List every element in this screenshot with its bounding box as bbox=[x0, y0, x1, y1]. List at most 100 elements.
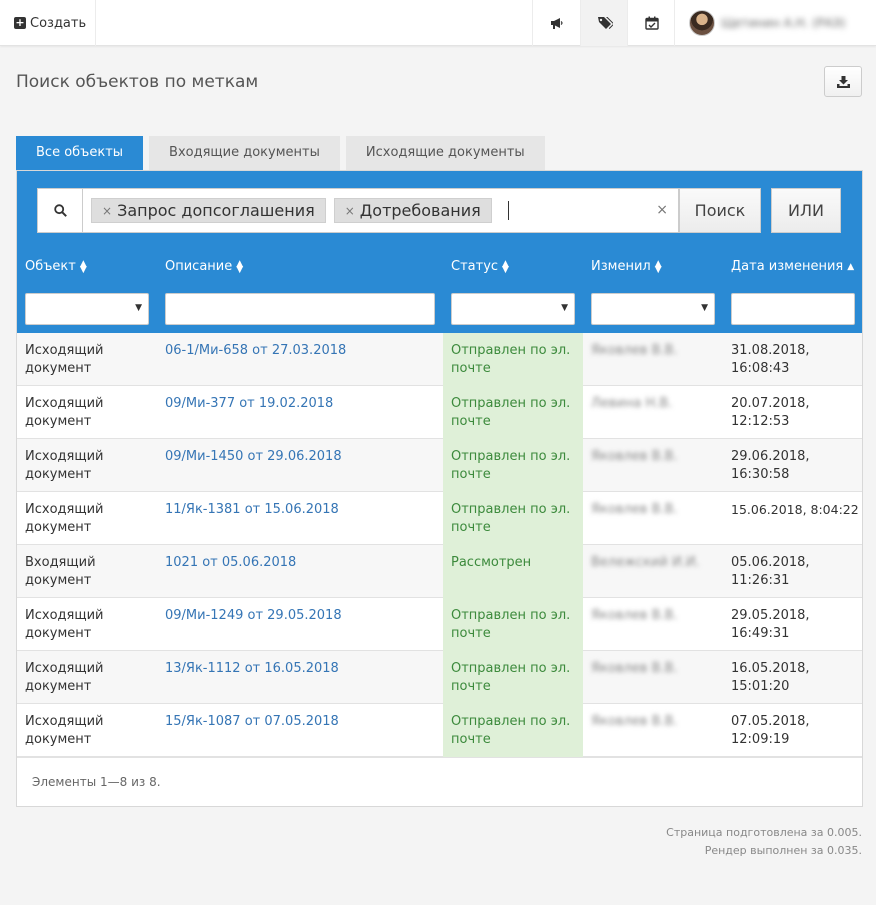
cell-description-link[interactable]: 09/Ми-1249 от 29.05.2018 bbox=[165, 607, 342, 625]
tab-all-objects[interactable]: Все объекты bbox=[16, 136, 144, 170]
table-row: Исходящий документ 09/Ми-377 от 19.02.20… bbox=[17, 386, 862, 439]
cell-changed-by: Яковлев В.В. bbox=[591, 343, 678, 358]
table-row: Входящий документ 1021 от 05.06.2018 Рас… bbox=[17, 545, 862, 598]
remove-tag-icon[interactable]: × bbox=[102, 204, 112, 218]
tab-incoming-documents[interactable]: Входящие документы bbox=[149, 136, 340, 170]
tags-button[interactable] bbox=[580, 0, 628, 46]
cell-changed-by: Яковлев В.В. bbox=[591, 502, 678, 517]
cell-date: 31.08.2018, 16:08:43 bbox=[731, 343, 810, 376]
download-button[interactable] bbox=[824, 66, 862, 97]
cell-changed-by: Яковлев В.В. bbox=[591, 714, 678, 729]
column-header-changed-by[interactable]: Изменил ▲ ▼ bbox=[591, 259, 662, 274]
calendar-check-icon bbox=[644, 16, 659, 30]
calendar-button[interactable] bbox=[627, 0, 675, 46]
filter-changed-by-select[interactable] bbox=[591, 293, 715, 325]
filter-object-select[interactable] bbox=[25, 293, 149, 325]
results-panel: × Запрос допсоглашения × Дотребования × … bbox=[16, 170, 863, 807]
cell-date: 20.07.2018, 12:12:53 bbox=[731, 396, 810, 429]
footer-divider bbox=[17, 757, 862, 758]
table-row: Исходящий документ 13/Як-1112 от 16.05.2… bbox=[17, 651, 862, 704]
cell-object: Исходящий документ bbox=[25, 502, 104, 535]
plus-icon: + bbox=[14, 16, 26, 29]
tag-label: Дотребования bbox=[359, 201, 481, 220]
tag-chip: × Запрос допсоглашения bbox=[91, 198, 326, 223]
column-label: Статус bbox=[451, 259, 499, 274]
cell-object: Исходящий документ bbox=[25, 714, 104, 747]
cell-description-link[interactable]: 13/Як-1112 от 16.05.2018 bbox=[165, 660, 339, 678]
create-button[interactable]: + Создать bbox=[0, 0, 96, 46]
column-label: Объект bbox=[25, 259, 76, 274]
cell-description-link[interactable]: 11/Як-1381 от 15.06.2018 bbox=[165, 501, 339, 519]
cell-date: 15.06.2018, 8:04:22 bbox=[731, 502, 859, 517]
search-addon bbox=[37, 188, 83, 233]
cell-status: Отправлен по эл. почте bbox=[451, 396, 571, 429]
cell-description-link[interactable]: 06-1/Ми-658 от 27.03.2018 bbox=[165, 342, 346, 360]
search-header: × Запрос допсоглашения × Дотребования × … bbox=[17, 171, 862, 333]
cell-description-link[interactable]: 15/Як-1087 от 07.05.2018 bbox=[165, 713, 339, 731]
tag-search-input[interactable]: × Запрос допсоглашения × Дотребования × bbox=[83, 188, 679, 233]
render-done-text: Рендер выполнен за 0.035. bbox=[704, 844, 862, 857]
column-header-description[interactable]: Описание ▲ ▼ bbox=[165, 259, 243, 274]
filter-description-input[interactable] bbox=[165, 293, 435, 325]
cell-changed-by: Яковлев В.В. bbox=[591, 661, 678, 676]
table-row: Исходящий документ 09/Ми-1249 от 29.05.2… bbox=[17, 598, 862, 651]
cell-date: 16.05.2018, 15:01:20 bbox=[731, 661, 810, 694]
cell-status: Отправлен по эл. почте bbox=[451, 714, 571, 747]
search-icon bbox=[53, 204, 67, 217]
cell-object: Входящий документ bbox=[25, 555, 96, 588]
cell-description-link[interactable]: 09/Ми-1450 от 29.06.2018 bbox=[165, 448, 342, 466]
notifications-button[interactable] bbox=[532, 0, 580, 46]
filter-date-input[interactable] bbox=[731, 293, 855, 325]
cell-status: Отправлен по эл. почте bbox=[451, 449, 571, 482]
cell-object: Исходящий документ bbox=[25, 396, 104, 429]
cell-date: 07.05.2018, 12:09:19 bbox=[731, 714, 810, 747]
download-icon bbox=[836, 75, 850, 88]
cell-status: Отправлен по эл. почте bbox=[451, 502, 571, 535]
pagination-info: Элементы 1—8 из 8. bbox=[32, 775, 161, 789]
tab-outgoing-documents[interactable]: Исходящие документы bbox=[345, 136, 545, 170]
cell-changed-by: Яковлев В.В. bbox=[591, 608, 678, 623]
sort-icon: ▲ ▼ bbox=[654, 258, 662, 275]
column-label: Изменил bbox=[591, 259, 651, 274]
column-header-status[interactable]: Статус ▲ ▼ bbox=[451, 259, 509, 274]
tags-icon bbox=[597, 17, 613, 29]
remove-tag-icon[interactable]: × bbox=[345, 204, 355, 218]
page-prepared-text: Страница подготовлена за 0.005. bbox=[666, 826, 862, 839]
avatar bbox=[689, 10, 715, 36]
page-title: Поиск объектов по меткам bbox=[16, 72, 259, 92]
filter-status-select[interactable] bbox=[451, 293, 575, 325]
cell-object: Исходящий документ bbox=[25, 661, 104, 694]
cell-description-link[interactable]: 09/Ми-377 от 19.02.2018 bbox=[165, 395, 333, 413]
column-label: Описание bbox=[165, 259, 233, 274]
render-info: Страница подготовлена за 0.005. Рендер в… bbox=[666, 824, 862, 860]
cell-date: 05.06.2018, 11:26:31 bbox=[731, 555, 810, 588]
or-button[interactable]: ИЛИ bbox=[771, 188, 841, 233]
sort-asc-icon: ▲ bbox=[847, 261, 855, 272]
table-row: Исходящий документ 15/Як-1087 от 07.05.2… bbox=[17, 704, 862, 757]
search-button[interactable]: Поиск bbox=[679, 188, 761, 233]
table-row: Исходящий документ 06-1/Ми-658 от 27.03.… bbox=[17, 333, 862, 386]
user-name: Щетинин А.Н. (РАЭ) bbox=[721, 16, 846, 30]
user-menu[interactable]: Щетинин А.Н. (РАЭ) bbox=[674, 0, 876, 46]
cell-status: Отправлен по эл. почте bbox=[451, 661, 571, 694]
clear-icon[interactable]: × bbox=[656, 202, 668, 218]
cell-status: Отправлен по эл. почте bbox=[451, 343, 571, 376]
table-row: Исходящий документ 09/Ми-1450 от 29.06.2… bbox=[17, 439, 862, 492]
cell-object: Исходящий документ bbox=[25, 343, 104, 376]
tag-chip: × Дотребования bbox=[333, 198, 492, 223]
sort-icon: ▲ ▼ bbox=[79, 258, 87, 275]
text-caret bbox=[507, 201, 509, 220]
cell-changed-by: Яковлев В.В. bbox=[591, 449, 678, 464]
tag-label: Запрос допсоглашения bbox=[117, 201, 315, 220]
column-header-date[interactable]: Дата изменения ▲ bbox=[731, 259, 854, 274]
cell-status: Рассмотрен bbox=[451, 555, 532, 570]
column-header-object[interactable]: Объект ▲ ▼ bbox=[25, 259, 87, 274]
megaphone-icon bbox=[550, 18, 563, 29]
cell-changed-by: Левина Н.В. bbox=[591, 396, 673, 411]
cell-object: Исходящий документ bbox=[25, 449, 104, 482]
cell-changed-by: Вележский И.И. bbox=[591, 555, 700, 570]
column-label: Дата изменения bbox=[731, 259, 844, 274]
cell-description-link[interactable]: 1021 от 05.06.2018 bbox=[165, 554, 296, 572]
object-tabs: Все объекты Входящие документы Исходящие… bbox=[16, 136, 551, 170]
tag-search-row: × Запрос допсоглашения × Дотребования × … bbox=[37, 188, 841, 233]
